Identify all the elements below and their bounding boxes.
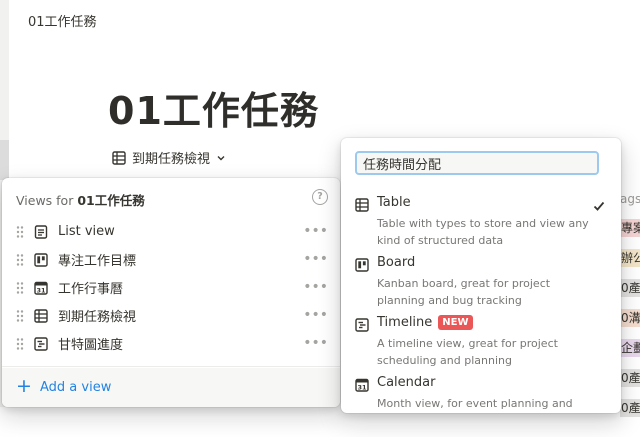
view-type-description: Month view, for event planning and: [377, 397, 573, 410]
board-icon: [34, 252, 48, 267]
view-label: 到期任務檢視: [58, 309, 137, 325]
table-icon: [112, 150, 126, 165]
view-name-input[interactable]: [355, 151, 599, 175]
view-type-name: Table: [377, 195, 411, 210]
view-type-name: Board: [377, 255, 416, 270]
views-panel-header: Views for 01工作任務: [16, 193, 145, 208]
view-row[interactable]: 31 工作行事曆 •••: [2, 273, 340, 301]
table-icon: [34, 308, 48, 323]
view-type-name: Calendar: [377, 375, 436, 390]
chevron-down-icon: [217, 155, 225, 160]
view-row[interactable]: 甘特圖進度 •••: [2, 329, 340, 357]
view-label: 專注工作目標: [58, 253, 137, 269]
views-panel: Views for 01工作任務 ? List view ••• 專注工作目標 •••…: [2, 178, 340, 407]
calendar-icon: 31: [355, 377, 369, 392]
calendar-icon: 31: [34, 280, 48, 295]
page-title[interactable]: 01工作任務: [108, 80, 319, 135]
tag-badge: 辦公: [620, 249, 640, 267]
tags-column-header: ags: [620, 192, 640, 206]
scroll-indicator: [0, 140, 9, 180]
view-row[interactable]: 專注工作目標 •••: [2, 245, 340, 273]
drag-handle-icon[interactable]: [16, 280, 24, 294]
svg-text:31: 31: [36, 287, 46, 295]
tag-badge: 0溝: [620, 309, 640, 327]
view-type-panel: Table Table with types to store and view …: [341, 138, 621, 413]
current-view-label: 到期任務檢視: [132, 152, 211, 167]
tag-badge: 0產: [620, 399, 640, 417]
more-icon[interactable]: •••: [303, 307, 328, 323]
drag-handle-icon[interactable]: [16, 336, 24, 350]
checkmark-icon: [593, 197, 605, 211]
timeline-icon: [355, 317, 369, 332]
view-type-description: A timeline view, great for project sched…: [377, 337, 558, 367]
tag-badge: 0產: [620, 369, 640, 387]
help-icon[interactable]: ?: [312, 189, 328, 205]
divider: [2, 366, 340, 367]
view-type-option[interactable]: Board Kanban board, great for project pla…: [341, 255, 621, 317]
drag-handle-icon[interactable]: [16, 252, 24, 266]
view-type-option[interactable]: Timeline NEW A timeline view, great for pr…: [341, 315, 621, 377]
breadcrumb[interactable]: 01工作任務: [28, 11, 97, 30]
view-label: List view: [58, 223, 115, 239]
add-view-button[interactable]: + Add a view: [2, 368, 340, 407]
more-icon[interactable]: •••: [303, 335, 328, 351]
view-type-description: Table with types to store and view any k…: [377, 217, 589, 247]
board-icon: [355, 257, 369, 272]
view-type-option[interactable]: Table Table with types to store and view …: [341, 195, 621, 257]
database-name: 01工作任務: [77, 193, 145, 208]
current-view-tab[interactable]: 到期任務檢視: [112, 148, 226, 167]
table-icon: [355, 197, 369, 212]
view-type-name: Timeline: [377, 315, 433, 330]
tag-badge: 0產: [620, 279, 640, 297]
view-type-description: Kanban board, great for project planning…: [377, 277, 551, 307]
more-icon[interactable]: •••: [303, 223, 328, 239]
view-row[interactable]: List view •••: [2, 217, 340, 245]
view-type-option[interactable]: 31 Calendar Month view, for event planning…: [341, 375, 621, 437]
list-icon: [34, 224, 48, 239]
more-icon[interactable]: •••: [303, 279, 328, 295]
view-row[interactable]: 到期任務檢視 •••: [2, 301, 340, 329]
svg-text:31: 31: [357, 384, 367, 392]
plus-icon: +: [16, 375, 32, 397]
drag-handle-icon[interactable]: [16, 308, 24, 322]
tag-badge: 企劃: [620, 339, 640, 357]
view-label: 甘特圖進度: [58, 337, 124, 353]
view-label: 工作行事曆: [58, 281, 124, 297]
new-badge: NEW: [438, 315, 473, 330]
drag-handle-icon[interactable]: [16, 224, 24, 238]
add-view-label: Add a view: [40, 380, 112, 395]
timeline-icon: [34, 336, 48, 351]
more-icon[interactable]: •••: [303, 251, 328, 267]
tag-badge: 專案: [620, 219, 640, 237]
